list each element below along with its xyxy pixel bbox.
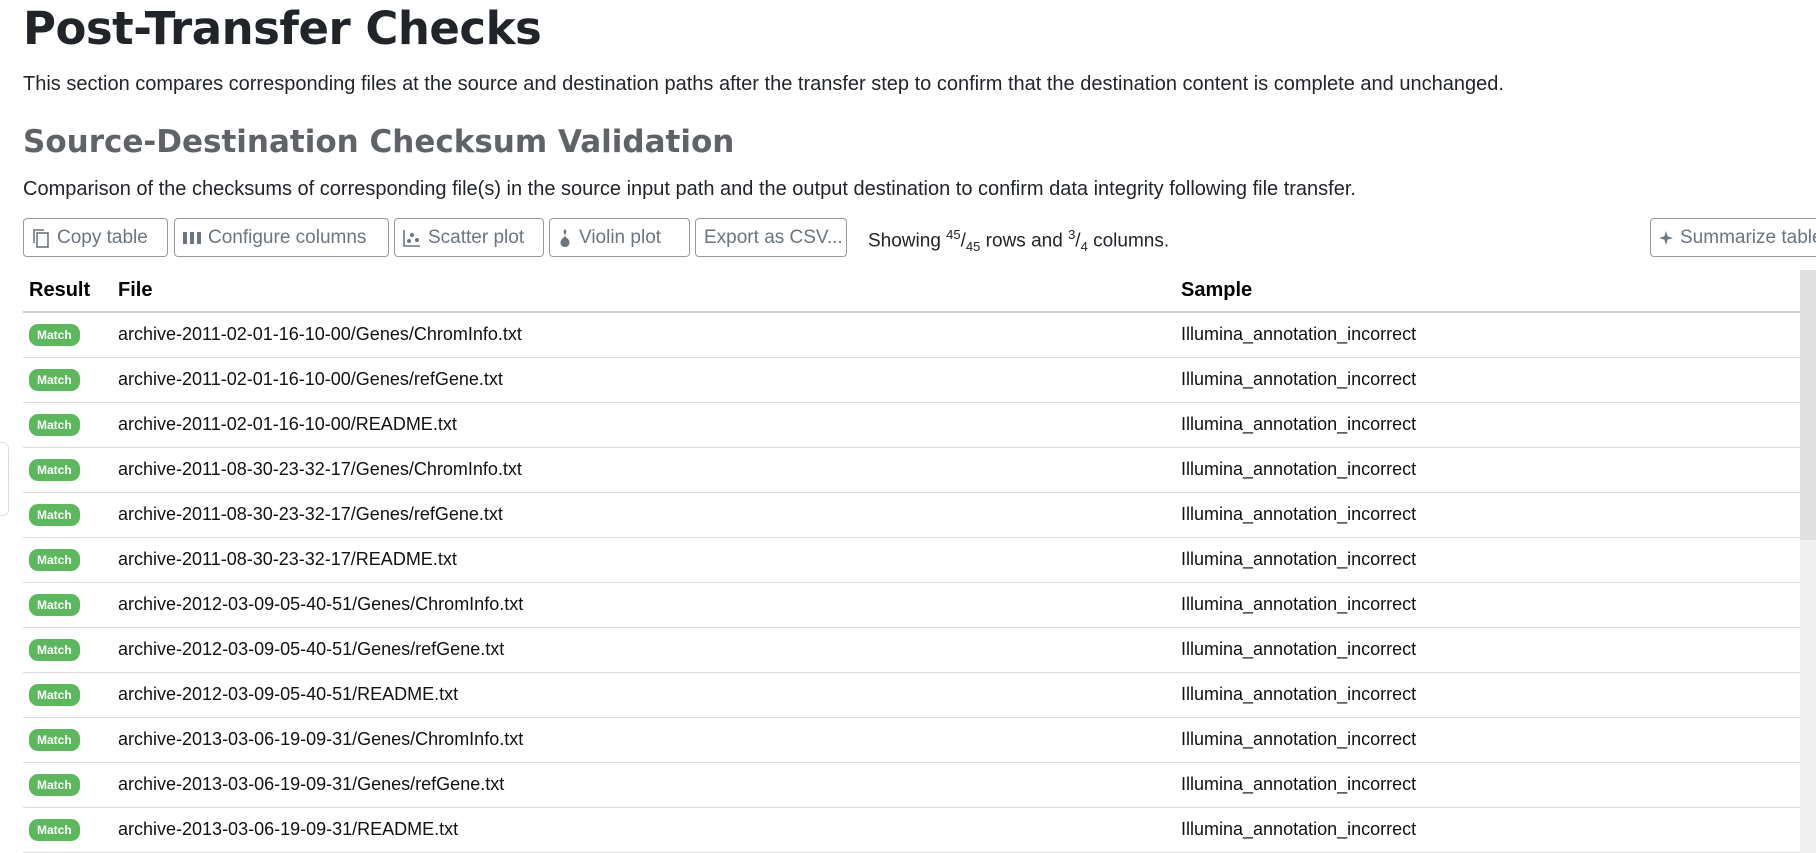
file-cell: archive-2013-03-06-19-09-31/Genes/refGen… — [112, 762, 1175, 808]
file-cell: archive-2012-03-09-05-40-51/Genes/refGen… — [112, 627, 1175, 673]
file-cell: archive-2012-03-09-05-40-51/README.txt — [112, 672, 1175, 718]
export-csv-label: Export as CSV... — [704, 226, 843, 248]
match-badge: Match — [29, 369, 80, 391]
file-cell: archive-2011-02-01-16-10-00/Genes/refGen… — [112, 357, 1175, 403]
table-row: Match archive-2012-03-09-05-40-51/Genes/r… — [23, 627, 1803, 673]
sample-cell: Illumina_annotation_incorrect — [1175, 582, 1803, 628]
match-badge: Match — [29, 684, 80, 706]
export-csv-button[interactable]: Export as CSV... — [695, 218, 847, 257]
column-header-sample[interactable]: Sample — [1175, 270, 1803, 313]
file-cell: archive-2011-02-01-16-10-00/README.txt — [112, 402, 1175, 448]
sample-cell: Illumina_annotation_incorrect — [1175, 492, 1803, 538]
summarize-table-label: Summarize table — [1680, 226, 1816, 248]
sparkle-icon — [1659, 230, 1673, 245]
file-cell: archive-2011-08-30-23-32-17/Genes/refGen… — [112, 492, 1175, 538]
match-badge: Match — [29, 639, 80, 661]
table-scrollbar[interactable] — [1800, 270, 1816, 853]
side-panel-handle[interactable] — [0, 442, 9, 516]
checksum-table: Result File Sample Match archive-2011-02-… — [23, 270, 1803, 853]
copy-table-button[interactable]: Copy table — [23, 218, 168, 257]
table-row: Match archive-2013-03-06-19-09-31/README.… — [23, 807, 1803, 853]
table-row: Match archive-2012-03-09-05-40-51/README.… — [23, 672, 1803, 718]
match-badge: Match — [29, 414, 80, 436]
table-row: Match archive-2011-08-30-23-32-17/README.… — [23, 537, 1803, 583]
sample-cell: Illumina_annotation_incorrect — [1175, 807, 1803, 853]
columns-icon — [183, 231, 201, 245]
file-cell: archive-2013-03-06-19-09-31/Genes/ChromI… — [112, 717, 1175, 763]
table-row: Match archive-2012-03-09-05-40-51/Genes/C… — [23, 582, 1803, 628]
sample-cell: Illumina_annotation_incorrect — [1175, 717, 1803, 763]
sample-cell: Illumina_annotation_incorrect — [1175, 672, 1803, 718]
scatter-plot-label: Scatter plot — [428, 226, 525, 248]
match-badge: Match — [29, 549, 80, 571]
sample-cell: Illumina_annotation_incorrect — [1175, 762, 1803, 808]
match-badge: Match — [29, 729, 80, 751]
file-cell: archive-2011-08-30-23-32-17/README.txt — [112, 537, 1175, 583]
match-badge: Match — [29, 819, 80, 841]
match-badge: Match — [29, 594, 80, 616]
table-row: Match archive-2011-02-01-16-10-00/Genes/r… — [23, 357, 1803, 403]
table-row: Match archive-2011-08-30-23-32-17/Genes/r… — [23, 492, 1803, 538]
table-header-row: Result File Sample — [23, 270, 1803, 313]
table-row: Match archive-2011-08-30-23-32-17/Genes/C… — [23, 447, 1803, 493]
match-badge: Match — [29, 459, 80, 481]
sample-cell: Illumina_annotation_incorrect — [1175, 627, 1803, 673]
scatter-plot-button[interactable]: Scatter plot — [394, 218, 544, 257]
table-row: Match archive-2011-02-01-16-10-00/Genes/C… — [23, 312, 1803, 358]
match-badge: Match — [29, 324, 80, 347]
summarize-table-button[interactable]: Summarize table — [1650, 218, 1816, 257]
copy-icon — [32, 228, 50, 248]
section-title: Source-Destination Checksum Validation — [23, 124, 735, 160]
checksum-table-container: Result File Sample Match archive-2011-02-… — [23, 270, 1803, 853]
table-row: Match archive-2011-02-01-16-10-00/README.… — [23, 402, 1803, 448]
file-cell: archive-2011-02-01-16-10-00/Genes/ChromI… — [112, 312, 1175, 358]
column-header-file[interactable]: File — [112, 270, 1175, 313]
table-scrollbar-thumb[interactable] — [1800, 270, 1816, 540]
file-cell: archive-2012-03-09-05-40-51/Genes/ChromI… — [112, 582, 1175, 628]
column-header-result[interactable]: Result — [23, 270, 112, 313]
file-cell: archive-2011-08-30-23-32-17/Genes/ChromI… — [112, 447, 1175, 493]
match-badge: Match — [29, 774, 80, 796]
scatter-icon — [403, 229, 421, 247]
sample-cell: Illumina_annotation_incorrect — [1175, 447, 1803, 493]
table-row-count: Showing 45/45 rows and 3/4 columns. — [868, 227, 1170, 255]
configure-columns-button[interactable]: Configure columns — [174, 218, 389, 257]
violin-icon — [558, 228, 572, 248]
configure-columns-label: Configure columns — [208, 226, 367, 248]
section-description: Comparison of the checksums of correspon… — [23, 178, 1356, 200]
violin-plot-button[interactable]: Violin plot — [549, 218, 690, 257]
copy-table-label: Copy table — [57, 226, 148, 248]
sample-cell: Illumina_annotation_incorrect — [1175, 402, 1803, 448]
sample-cell: Illumina_annotation_incorrect — [1175, 312, 1803, 358]
violin-plot-label: Violin plot — [579, 226, 662, 248]
table-row: Match archive-2013-03-06-19-09-31/Genes/r… — [23, 762, 1803, 808]
table-toolbar: Copy table Configure columns Scatter plo… — [23, 218, 1816, 259]
page-intro: This section compares corresponding file… — [23, 73, 1504, 95]
table-row: Match archive-2013-03-06-19-09-31/Genes/C… — [23, 717, 1803, 763]
sample-cell: Illumina_annotation_incorrect — [1175, 357, 1803, 403]
sample-cell: Illumina_annotation_incorrect — [1175, 537, 1803, 583]
page-title: Post-Transfer Checks — [23, 2, 542, 55]
match-badge: Match — [29, 504, 80, 526]
file-cell: archive-2013-03-06-19-09-31/README.txt — [112, 807, 1175, 853]
